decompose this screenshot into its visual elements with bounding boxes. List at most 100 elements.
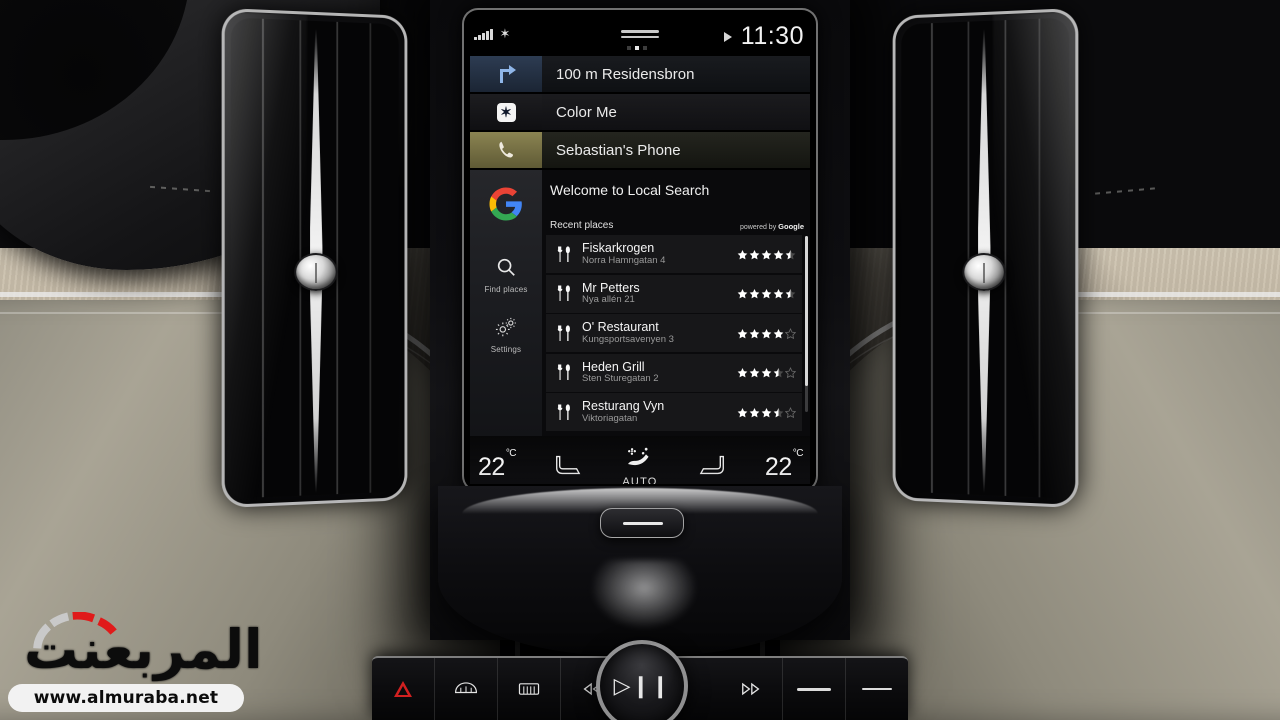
tile-media-label: Color Me bbox=[542, 94, 810, 130]
places-scrollbar[interactable] bbox=[805, 236, 808, 412]
page-dot-1[interactable] bbox=[635, 46, 639, 50]
status-bar-left: ✶ bbox=[474, 26, 511, 41]
place-address: Nya allén 21 bbox=[582, 294, 635, 306]
front-defrost-button[interactable] bbox=[498, 658, 561, 720]
star-icon bbox=[773, 249, 784, 259]
rear-defrost-button[interactable] bbox=[435, 658, 498, 720]
google-g-logo bbox=[488, 186, 524, 222]
infotainment-screen-bezel: ✶ 11:30 100 m Residensbron ✶ Color Me Se… bbox=[462, 8, 818, 492]
page-dot-0[interactable] bbox=[627, 46, 631, 50]
welcome-heading: Welcome to Local Search bbox=[550, 182, 710, 198]
status-bar: ✶ 11:30 bbox=[470, 16, 810, 56]
blank-button-1[interactable] bbox=[783, 658, 846, 720]
hazard-triangle-icon bbox=[394, 681, 412, 697]
console-ambient-glow bbox=[590, 560, 698, 630]
magnifier-icon bbox=[497, 258, 515, 276]
place-address: Sten Sturegatan 2 bbox=[582, 373, 659, 385]
star-icon bbox=[785, 289, 796, 299]
bluetooth-icon: ✶ bbox=[470, 94, 542, 130]
cutlery-icon bbox=[546, 324, 582, 342]
place-info: Mr Petters Nya allén 21 bbox=[582, 281, 730, 306]
place-rating-stars bbox=[730, 406, 802, 418]
page-dots-indicator[interactable] bbox=[627, 46, 647, 50]
turn-right-arrow-icon bbox=[470, 56, 542, 92]
next-track-button[interactable] bbox=[720, 658, 783, 720]
recent-places-label: Recent places bbox=[550, 220, 614, 231]
vent-gloss-right bbox=[992, 10, 1079, 506]
watermark-logo: المربعنت bbox=[8, 606, 263, 684]
passenger-seat-heater-button[interactable] bbox=[696, 454, 726, 481]
star-icon bbox=[737, 328, 748, 338]
place-row[interactable]: Mr Petters Nya allén 21 bbox=[546, 274, 802, 313]
place-row[interactable]: Fiskarkrogen Norra Hamngatan 4 bbox=[546, 235, 802, 273]
local-search-content: Welcome to Local Search Recent places po… bbox=[542, 170, 810, 436]
tile-navigation-label: 100 m Residensbron bbox=[542, 56, 810, 92]
watermark-url: www.almuraba.net bbox=[8, 684, 244, 712]
star-icon bbox=[749, 368, 760, 378]
place-info: Resturang Vyn Viktoriagatan bbox=[582, 399, 730, 424]
star-icon bbox=[737, 289, 748, 299]
fan-seat-airflow-icon bbox=[627, 447, 649, 466]
drag-handle[interactable] bbox=[621, 30, 659, 41]
places-scrollbar-thumb[interactable] bbox=[805, 236, 808, 386]
hazard-button[interactable] bbox=[372, 658, 435, 720]
place-address: Kungsportsavenyen 3 bbox=[582, 333, 674, 345]
passenger-temperature-unit: °C bbox=[792, 448, 804, 460]
star-icon bbox=[785, 327, 796, 339]
place-name: Resturang Vyn bbox=[582, 399, 665, 414]
dash-line-icon bbox=[862, 688, 892, 690]
tile-navigation[interactable]: 100 m Residensbron bbox=[470, 56, 810, 92]
star-icon bbox=[785, 367, 796, 378]
car-interior-scene: ✶ 11:30 100 m Residensbron ✶ Color Me Se… bbox=[0, 0, 1280, 720]
gear-icon bbox=[495, 317, 516, 337]
driver-temperature-value: 22 bbox=[478, 452, 505, 481]
tile-media[interactable]: ✶ Color Me bbox=[470, 94, 810, 130]
star-icon bbox=[749, 407, 760, 417]
watermark: المربعنت www.almuraba.net bbox=[8, 606, 263, 712]
tile-phone-label: Sebastian's Phone bbox=[542, 132, 810, 168]
auto-climate-button[interactable]: AUTO bbox=[622, 446, 658, 484]
seat-heater-icon bbox=[700, 455, 725, 474]
status-bar-right: 11:30 bbox=[723, 22, 804, 51]
cutlery-icon bbox=[546, 245, 582, 263]
vent-left[interactable] bbox=[221, 7, 408, 509]
place-name: Fiskarkrogen bbox=[582, 241, 655, 256]
sidebar-item-settings-label: Settings bbox=[490, 345, 522, 354]
vent-gloss-left bbox=[221, 10, 308, 506]
place-address: Viktoriagatan bbox=[582, 412, 638, 424]
cutlery-icon bbox=[546, 364, 582, 381]
place-row[interactable]: Heden Grill Sten Sturegatan 2 bbox=[546, 353, 802, 392]
place-name: Heden Grill bbox=[582, 359, 645, 374]
phone-handset-icon bbox=[470, 132, 542, 168]
infotainment-screen[interactable]: ✶ 11:30 100 m Residensbron ✶ Color Me Se… bbox=[470, 16, 810, 484]
home-bar-icon bbox=[623, 522, 663, 525]
sidebar-item-find-places[interactable]: Find places bbox=[470, 256, 542, 294]
climate-control-bar: 22 °C AUTO 22°C bbox=[470, 436, 810, 484]
place-info: Fiskarkrogen Norra Hamngatan 4 bbox=[582, 241, 730, 266]
vent-direction-knob-right[interactable] bbox=[962, 252, 1006, 292]
star-icon bbox=[773, 407, 784, 417]
place-row[interactable]: Resturang Vyn Viktoriagatan bbox=[546, 393, 802, 431]
sidebar-item-settings[interactable]: Settings bbox=[470, 316, 542, 354]
bluetooth-icon: ✶ bbox=[499, 26, 511, 41]
place-row[interactable]: O' Restaurant Kungsportsavenyen 3 bbox=[546, 314, 802, 352]
star-icon bbox=[773, 368, 784, 378]
dash-line-icon bbox=[797, 687, 831, 691]
page-dot-2[interactable] bbox=[643, 46, 647, 50]
place-name: Mr Petters bbox=[582, 280, 640, 295]
driver-seat-heater-button[interactable] bbox=[554, 454, 584, 481]
driver-temperature[interactable]: 22°C bbox=[478, 448, 517, 482]
places-list[interactable]: Fiskarkrogen Norra Hamngatan 4 Mr Petters N… bbox=[546, 235, 808, 431]
vent-direction-knob-left[interactable] bbox=[294, 252, 338, 292]
rear-window-defrost-icon bbox=[454, 682, 478, 694]
blank-button-2[interactable] bbox=[846, 658, 908, 720]
place-name: O' Restaurant bbox=[582, 320, 659, 335]
place-address: Norra Hamngatan 4 bbox=[582, 254, 666, 266]
passenger-temperature[interactable]: 22°C bbox=[765, 448, 804, 482]
cutlery-icon bbox=[546, 403, 582, 421]
home-button[interactable] bbox=[600, 508, 684, 538]
tile-phone[interactable]: Sebastian's Phone bbox=[470, 132, 810, 168]
vent-right[interactable] bbox=[892, 7, 1079, 509]
auto-label: AUTO bbox=[622, 476, 658, 484]
star-icon bbox=[785, 406, 796, 418]
